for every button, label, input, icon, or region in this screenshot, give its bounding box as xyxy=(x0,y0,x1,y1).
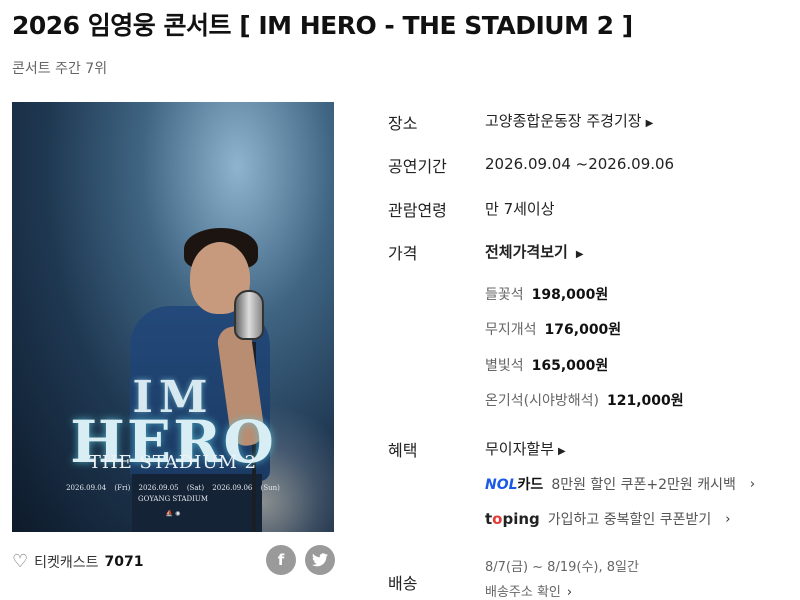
poster-dates: 2026.09.04 (Fri) 2026.09.05 (Sat) 2026.0… xyxy=(66,484,280,492)
period-value: 2026.09.04 ~2026.09.06 xyxy=(485,155,675,173)
toping-text: 가입하고 중복할인 쿠폰받기 xyxy=(547,512,712,528)
delivery-period: 8/7(금) ~ 8/19(수), 8일간 xyxy=(485,560,639,575)
venue-link[interactable]: 고양종합운동장 주경기장 ▶ xyxy=(485,110,653,131)
period-label: 공연기간 xyxy=(388,157,447,176)
venue-value: 고양종합운동장 주경기장 xyxy=(485,112,642,130)
ticketcast-button[interactable]: ♡ 티켓캐스트 7071 xyxy=(12,552,144,572)
view-all-prices-button[interactable]: 전체가격보기 ▶ xyxy=(485,241,584,262)
seat-price: 198,000원 xyxy=(531,287,609,303)
delivery-check-label: 배송주소 확인 xyxy=(485,585,561,600)
age-label: 관람연령 xyxy=(388,201,447,220)
microphone-icon xyxy=(234,290,264,340)
interest-free-link[interactable]: 무이자할부 ▶ xyxy=(485,438,566,459)
toping-promo[interactable]: toping 가입하고 중복할인 쿠폰받기 › xyxy=(485,509,730,529)
toping-logo: toping xyxy=(485,510,540,528)
seat-price: 121,000원 xyxy=(606,393,684,409)
price-row: 별빛석 165,000원 xyxy=(485,355,608,375)
seat-name: 별빛석 xyxy=(485,358,524,374)
poster-sponsor-logos: ⛵ ◉ xyxy=(165,510,181,517)
heart-outline-icon: ♡ xyxy=(12,551,29,572)
chevron-right-icon: › xyxy=(566,585,573,600)
nol-card-logo: NOL카드 xyxy=(485,477,544,493)
price-label: 가격 xyxy=(388,244,418,263)
view-all-prices-label: 전체가격보기 xyxy=(485,243,568,261)
ticketcast-count: 7071 xyxy=(104,554,144,570)
nol-card-text: 8만원 할인 쿠폰+2만원 캐시백 xyxy=(551,477,736,493)
seat-name: 무지개석 xyxy=(485,322,537,338)
benefit-label: 혜택 xyxy=(388,441,418,460)
caret-right-icon: ▶ xyxy=(558,446,566,457)
age-value: 만 7세이상 xyxy=(485,200,555,218)
poster-stadium-text: THE STADIUM 2 xyxy=(88,452,258,473)
venue-label: 장소 xyxy=(388,114,418,133)
seat-name: 들꽃석 xyxy=(485,287,524,303)
delivery-label: 배송 xyxy=(388,574,418,593)
twitter-share-icon[interactable] xyxy=(305,545,335,575)
chevron-right-icon: › xyxy=(725,511,731,527)
price-row: 온기석(시야방해석) 121,000원 xyxy=(485,390,684,410)
concert-poster[interactable]: IM HERO THE STADIUM 2 2026.09.04 (Fri) 2… xyxy=(12,102,334,532)
seat-price: 176,000원 xyxy=(544,322,622,338)
price-row: 들꽃석 198,000원 xyxy=(485,284,608,304)
ticketcast-label: 티켓캐스트 xyxy=(34,555,99,571)
benefit-value: 무이자할부 xyxy=(485,440,555,458)
poster-venue: GOYANG STADIUM xyxy=(138,495,208,503)
caret-right-icon: ▶ xyxy=(645,118,654,129)
facebook-share-icon[interactable]: f xyxy=(266,545,296,575)
ranking-subtitle[interactable]: 콘서트 주간 7위 xyxy=(12,58,107,78)
seat-price: 165,000원 xyxy=(531,358,609,374)
chevron-right-icon: › xyxy=(749,476,756,492)
singer-legs xyxy=(132,474,262,532)
page-title: 2026 임영웅 콘서트 [ IM HERO - THE STADIUM 2 ] xyxy=(12,11,633,40)
nol-card-promo[interactable]: NOL카드 8만원 할인 쿠폰+2만원 캐시백 › xyxy=(485,474,755,494)
seat-name: 온기석(시야방해석) xyxy=(485,393,599,409)
caret-right-icon: ▶ xyxy=(575,249,584,260)
price-row: 무지개석 176,000원 xyxy=(485,319,621,339)
delivery-address-check-link[interactable]: 배송주소 확인 › xyxy=(485,581,572,600)
